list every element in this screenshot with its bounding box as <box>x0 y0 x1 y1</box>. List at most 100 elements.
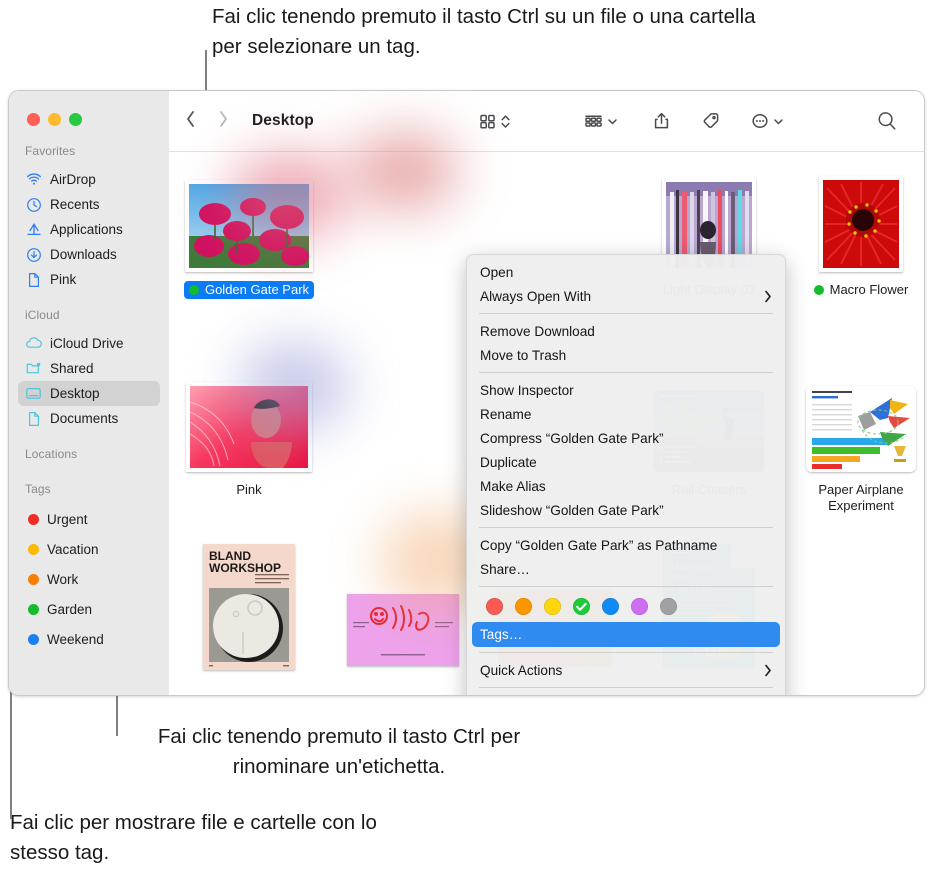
sidebar-item-desktop[interactable]: Desktop <box>18 381 160 406</box>
menu-item-rename[interactable]: Rename <box>467 402 785 426</box>
file-item[interactable]: Golden Gate Park <box>175 154 323 300</box>
file-label[interactable]: Paper Airplane Experiment <box>787 481 924 515</box>
menu-item-set-desktop-picture[interactable]: Set Desktop Picture <box>467 693 785 695</box>
airdrop-icon <box>25 171 42 188</box>
tag-button[interactable] <box>692 107 729 135</box>
menu-separator <box>479 652 773 653</box>
tag-color-swatch-row[interactable] <box>467 592 785 622</box>
tag-color-dot <box>28 603 39 615</box>
document-icon <box>25 271 42 288</box>
sidebar-item-label: iCloud Drive <box>50 336 124 351</box>
sidebar-item-shared[interactable]: Shared <box>18 356 160 381</box>
callout-bottom-text: Fai clic per mostrare file e cartelle co… <box>10 811 377 864</box>
tag-color-dot <box>28 513 39 525</box>
menu-item-remove-download[interactable]: Remove Download <box>467 319 785 343</box>
menu-item-show-inspector[interactable]: Show Inspector <box>467 378 785 402</box>
share-icon <box>654 112 669 129</box>
callout-top-text: Fai clic tenendo premuto il tasto Ctrl s… <box>212 5 756 58</box>
view-options-button[interactable] <box>469 107 520 135</box>
thumbnail-pink-card <box>347 594 459 666</box>
forward-button[interactable] <box>218 110 229 133</box>
sidebar-tag-weekend[interactable]: Weekend <box>18 624 160 654</box>
menu-item-label: Rename <box>480 406 532 422</box>
sidebar-item-label: Downloads <box>50 247 117 262</box>
file-item[interactable]: BLAND WORKSHOP <box>175 544 323 670</box>
sidebar-item-pink[interactable]: Pink <box>18 267 160 292</box>
thumbnail-pink <box>186 382 312 472</box>
tag-swatch-green[interactable] <box>573 598 590 615</box>
sidebar-tag-work[interactable]: Work <box>18 564 160 594</box>
sidebar: Favorites AirDrop Recents Applications D… <box>9 91 169 695</box>
menu-item-label: Copy “Golden Gate Park” as Pathname <box>480 537 718 553</box>
menu-item-always-open-with[interactable]: Always Open With <box>467 284 785 308</box>
menu-item-make-alias[interactable]: Make Alias <box>467 474 785 498</box>
cloud-icon <box>25 335 42 352</box>
file-item[interactable]: Pink <box>175 354 323 499</box>
file-name: Pink <box>236 482 262 497</box>
file-label[interactable]: Pink <box>231 481 266 499</box>
close-button[interactable] <box>27 113 40 126</box>
back-button[interactable] <box>185 110 196 133</box>
group-by-icon <box>585 114 602 127</box>
sidebar-item-documents[interactable]: Documents <box>18 406 160 431</box>
menu-separator <box>479 527 773 528</box>
more-actions-button[interactable] <box>741 107 793 135</box>
minimize-button[interactable] <box>48 113 61 126</box>
menu-item-copy-as-pathname[interactable]: Copy “Golden Gate Park” as Pathname <box>467 533 785 557</box>
tag-swatch-blue[interactable] <box>602 598 619 615</box>
sidebar-item-label: Applications <box>50 222 123 237</box>
menu-item-tags[interactable]: Tags… <box>472 622 780 647</box>
tag-swatch-purple[interactable] <box>631 598 648 615</box>
thumbnail-paper-airplane <box>806 386 916 472</box>
downloads-icon <box>25 246 42 263</box>
more-ellipsis-icon <box>752 114 768 128</box>
sidebar-item-applications[interactable]: Applications <box>18 217 160 242</box>
sidebar-item-airdrop[interactable]: AirDrop <box>18 167 160 192</box>
tag-swatch-red[interactable] <box>486 598 503 615</box>
callout-middle-text: Fai clic tenendo premuto il tasto Ctrl p… <box>157 725 521 778</box>
file-name: Paper Airplane Experiment <box>818 482 904 513</box>
share-button[interactable] <box>643 107 680 135</box>
tag-icon <box>703 113 719 129</box>
file-item[interactable] <box>329 594 477 666</box>
sidebar-item-downloads[interactable]: Downloads <box>18 242 160 267</box>
sidebar-tag-label: Weekend <box>47 631 104 647</box>
window-controls[interactable] <box>27 113 82 126</box>
page-title: Desktop <box>252 112 314 129</box>
sidebar-item-icloud-drive[interactable]: iCloud Drive <box>18 331 160 356</box>
zoom-button[interactable] <box>69 113 82 126</box>
tag-color-dot <box>28 543 39 555</box>
file-item[interactable]: Macro Flower <box>787 154 924 300</box>
group-by-button[interactable] <box>574 107 627 135</box>
chevron-right-icon <box>765 664 771 676</box>
menu-item-slideshow[interactable]: Slideshow “Golden Gate Park” <box>467 498 785 522</box>
sidebar-tag-vacation[interactable]: Vacation <box>18 534 160 564</box>
context-menu[interactable]: Open Always Open With Remove Download Mo… <box>466 254 786 695</box>
menu-item-open[interactable]: Open <box>467 260 785 284</box>
sidebar-item-label: Shared <box>50 361 94 376</box>
menu-item-quick-actions[interactable]: Quick Actions <box>467 658 785 682</box>
menu-item-share[interactable]: Share… <box>467 557 785 581</box>
menu-item-compress[interactable]: Compress “Golden Gate Park” <box>467 426 785 450</box>
menu-item-label: Move to Trash <box>480 347 567 363</box>
menu-item-move-to-trash[interactable]: Move to Trash <box>467 343 785 367</box>
menu-item-label: Compress “Golden Gate Park” <box>480 430 664 446</box>
file-label[interactable]: Macro Flower <box>809 281 914 299</box>
menu-item-label: Quick Actions <box>480 662 563 678</box>
file-name: Macro Flower <box>829 282 909 297</box>
menu-item-duplicate[interactable]: Duplicate <box>467 450 785 474</box>
search-icon <box>878 112 896 130</box>
file-label[interactable]: Golden Gate Park <box>183 281 315 299</box>
stepper-updown-icon <box>501 114 510 128</box>
tag-swatch-orange[interactable] <box>515 598 532 615</box>
tag-swatch-gray[interactable] <box>660 598 677 615</box>
menu-separator <box>479 313 773 314</box>
svg-text:WORKSHOP: WORKSHOP <box>209 561 281 575</box>
search-button[interactable] <box>876 110 898 137</box>
sidebar-tag-urgent[interactable]: Urgent <box>18 504 160 534</box>
tag-swatch-yellow[interactable] <box>544 598 561 615</box>
sidebar-item-recents[interactable]: Recents <box>18 192 160 217</box>
sidebar-tag-garden[interactable]: Garden <box>18 594 160 624</box>
menu-item-label: Open <box>480 264 514 280</box>
file-item[interactable]: Paper Airplane Experiment <box>787 354 924 515</box>
